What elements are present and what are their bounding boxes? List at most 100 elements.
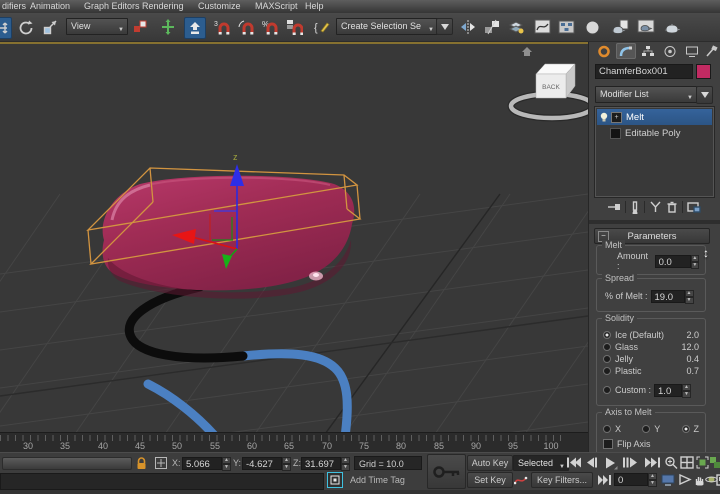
tab-hierarchy-icon[interactable] bbox=[638, 43, 658, 59]
amount-spinner[interactable]: ▲▼ bbox=[691, 255, 699, 268]
select-and-manipulate-icon[interactable] bbox=[158, 17, 178, 37]
set-keys-button[interactable] bbox=[427, 454, 466, 489]
tab-modify-icon[interactable] bbox=[616, 43, 636, 59]
previous-frame-button[interactable] bbox=[584, 455, 600, 470]
set-key-button[interactable]: Set Key bbox=[467, 472, 513, 488]
x-coord-field[interactable]: 5.066 bbox=[182, 457, 222, 470]
reference-coordsys-dropdown[interactable]: View bbox=[66, 18, 128, 35]
key-mode-toggle-button[interactable] bbox=[596, 472, 612, 487]
radio-custom[interactable] bbox=[603, 386, 611, 394]
y-coord-spinner[interactable]: ▲▼ bbox=[282, 457, 291, 470]
absolute-offset-mode-icon[interactable] bbox=[154, 456, 168, 470]
snaps-toggle-icon[interactable]: 3 bbox=[212, 17, 232, 37]
menu-rendering[interactable]: Rendering bbox=[142, 1, 184, 11]
layer-manager-icon[interactable] bbox=[506, 17, 526, 37]
amount-field[interactable]: 0.0 bbox=[655, 255, 691, 268]
radio-z[interactable] bbox=[682, 425, 690, 433]
x-coord-spinner[interactable]: ▲▼ bbox=[222, 457, 231, 470]
configure-modifier-sets-icon[interactable] bbox=[687, 201, 701, 213]
keyboard-override-toggle-icon[interactable] bbox=[184, 17, 206, 39]
solidity-option-jelly[interactable]: Jelly 0.4 bbox=[597, 353, 705, 365]
go-to-start-button[interactable] bbox=[566, 455, 582, 470]
time-slider-channel[interactable] bbox=[2, 457, 132, 470]
select-rotate-icon[interactable] bbox=[16, 17, 36, 37]
next-frame-button[interactable] bbox=[621, 455, 639, 470]
solidity-option-glass[interactable]: Glass 12.0 bbox=[597, 341, 705, 353]
stack-item-melt[interactable]: + Melt bbox=[597, 109, 712, 125]
radio-x[interactable] bbox=[603, 425, 611, 433]
modifier-list-dropdown[interactable]: Modifier List bbox=[595, 86, 697, 103]
percent-snap-toggle-icon[interactable]: % bbox=[260, 17, 280, 37]
tab-motion-icon[interactable] bbox=[660, 43, 680, 59]
auto-key-button[interactable]: Auto Key bbox=[467, 455, 513, 471]
material-editor-icon[interactable] bbox=[582, 17, 602, 37]
named-selection-set-dropdown[interactable]: Create Selection Se bbox=[336, 18, 438, 35]
zoom-icon[interactable] bbox=[664, 455, 678, 470]
make-unique-icon[interactable] bbox=[649, 201, 662, 213]
custom-spinner[interactable]: ▲▼ bbox=[682, 384, 691, 397]
pct-of-melt-spinner[interactable]: ▲▼ bbox=[685, 290, 694, 303]
default-tangent-icon[interactable] bbox=[513, 472, 529, 487]
tab-display-icon[interactable] bbox=[682, 43, 702, 59]
solidity-option-ice[interactable]: Ice (Default) 2.0 bbox=[597, 329, 705, 341]
menu-graph-editors[interactable]: Graph Editors bbox=[84, 1, 140, 11]
z-coord-spinner[interactable]: ▲▼ bbox=[341, 457, 350, 470]
mirror-icon[interactable] bbox=[458, 17, 478, 37]
current-frame-field[interactable]: 0 bbox=[614, 473, 648, 486]
object-color-swatch[interactable] bbox=[696, 64, 711, 79]
menu-customize[interactable]: Customize bbox=[198, 1, 241, 11]
play-button[interactable] bbox=[602, 455, 619, 470]
maximize-viewport-toggle-icon[interactable] bbox=[716, 472, 720, 487]
menu-animation[interactable]: Animation bbox=[30, 1, 70, 11]
pan-view-icon[interactable] bbox=[692, 472, 706, 487]
flip-axis-checkbox[interactable] bbox=[603, 439, 613, 449]
radio-ice[interactable] bbox=[603, 331, 611, 339]
spinner-snap-toggle-icon[interactable] bbox=[284, 17, 304, 37]
menu-help[interactable]: Help bbox=[305, 1, 324, 11]
select-move-icon[interactable] bbox=[0, 17, 12, 39]
expand-plus-icon[interactable]: + bbox=[611, 112, 622, 123]
menu-maxscript[interactable]: MAXScript bbox=[255, 1, 298, 11]
lightbulb-icon[interactable] bbox=[598, 111, 610, 123]
axis-x-option[interactable]: X bbox=[603, 424, 621, 434]
current-frame-spinner[interactable]: ▲▼ bbox=[648, 473, 657, 486]
go-to-end-button[interactable] bbox=[643, 455, 661, 470]
time-configuration-icon[interactable] bbox=[660, 472, 676, 487]
select-scale-icon[interactable] bbox=[40, 17, 60, 37]
angle-snap-toggle-icon[interactable] bbox=[236, 17, 256, 37]
object-name-field[interactable]: ChamferBox001 bbox=[595, 64, 693, 79]
pin-stack-icon[interactable] bbox=[607, 201, 621, 213]
flip-axis-option[interactable]: Flip Axis bbox=[597, 438, 705, 450]
add-time-tag-label[interactable]: Add Time Tag bbox=[350, 475, 405, 485]
tab-create-icon[interactable] bbox=[594, 43, 614, 59]
key-filters-button[interactable]: Key Filters... bbox=[531, 472, 593, 488]
z-coord-field[interactable]: 31.697 bbox=[301, 457, 341, 470]
render-production-icon[interactable] bbox=[662, 17, 682, 37]
isolate-selection-toggle-icon[interactable] bbox=[327, 472, 343, 488]
zoom-all-icon[interactable] bbox=[680, 455, 694, 470]
chamferbox-object[interactable] bbox=[103, 176, 355, 299]
radio-jelly[interactable] bbox=[603, 355, 611, 363]
pct-of-melt-field[interactable]: 19.0 bbox=[651, 290, 685, 303]
axis-y-option[interactable]: Y bbox=[642, 424, 660, 434]
timeline-ruler[interactable]: 30 35 40 45 50 55 60 65 70 75 80 85 90 9… bbox=[0, 432, 588, 452]
selection-set-arrow-button[interactable] bbox=[436, 18, 453, 35]
render-setup-icon[interactable] bbox=[610, 17, 630, 37]
menu-modifiers[interactable]: difiers bbox=[2, 1, 26, 11]
use-pivot-center-icon[interactable] bbox=[130, 17, 150, 37]
radio-glass[interactable] bbox=[603, 343, 611, 351]
zoom-extents-all-icon[interactable] bbox=[709, 455, 720, 470]
align-icon[interactable] bbox=[482, 17, 502, 37]
zoom-extents-icon[interactable] bbox=[696, 455, 709, 470]
rendered-frame-window-icon[interactable] bbox=[636, 17, 656, 37]
axis-z-option[interactable]: Z bbox=[682, 424, 700, 434]
remove-modifier-icon[interactable] bbox=[666, 201, 678, 213]
stack-item-editable-poly[interactable]: Editable Poly bbox=[597, 126, 712, 141]
curve-editor-icon[interactable] bbox=[532, 17, 552, 37]
tab-utilities-icon[interactable] bbox=[701, 43, 720, 59]
custom-field[interactable]: 1.0 bbox=[654, 384, 682, 397]
expand-box-icon[interactable] bbox=[610, 128, 621, 139]
edit-named-selections-icon[interactable]: { bbox=[312, 17, 332, 37]
selection-lock-icon[interactable] bbox=[136, 457, 147, 470]
modifier-list-arrow-button[interactable] bbox=[696, 86, 713, 104]
